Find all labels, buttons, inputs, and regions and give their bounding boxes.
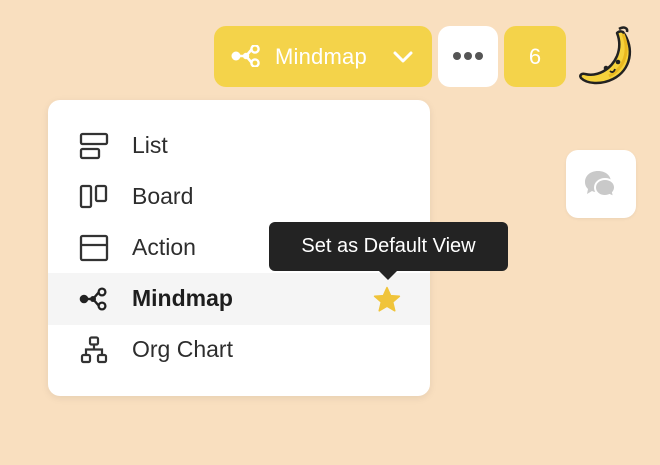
menu-item-org-chart[interactable]: Org Chart <box>48 324 430 376</box>
menu-item-label: Mindmap <box>132 285 233 311</box>
member-count-badge[interactable]: 6 <box>504 26 566 87</box>
menu-item-label: List <box>132 132 168 158</box>
more-horizontal-icon <box>453 52 483 60</box>
tooltip-text: Set as Default View <box>301 235 476 257</box>
banana-icon[interactable] <box>575 24 637 90</box>
list-view-icon <box>79 132 109 160</box>
comments-icon <box>585 171 617 199</box>
mindmap-icon <box>231 45 260 67</box>
menu-item-mindmap[interactable]: Mindmap <box>48 273 430 325</box>
default-view-tooltip: Set as Default View <box>269 222 508 280</box>
chevron-down-icon <box>393 51 413 63</box>
menu-item-list[interactable]: List <box>48 120 430 172</box>
view-switcher-label: Mindmap <box>275 44 367 69</box>
view-switcher-button[interactable]: Mindmap <box>214 26 432 87</box>
board-view-icon <box>79 184 108 209</box>
more-options-button[interactable] <box>438 26 498 87</box>
org-chart-icon <box>80 336 108 364</box>
comments-button[interactable] <box>566 150 636 218</box>
star-icon[interactable] <box>373 286 401 313</box>
mindmap-icon <box>79 287 107 311</box>
menu-item-board[interactable]: Board <box>48 171 430 223</box>
action-view-icon <box>79 234 109 262</box>
menu-item-label: Org Chart <box>132 336 233 362</box>
menu-item-label: Action <box>132 234 196 260</box>
menu-item-label: Board <box>132 183 194 209</box>
tooltip-arrow <box>378 270 398 280</box>
